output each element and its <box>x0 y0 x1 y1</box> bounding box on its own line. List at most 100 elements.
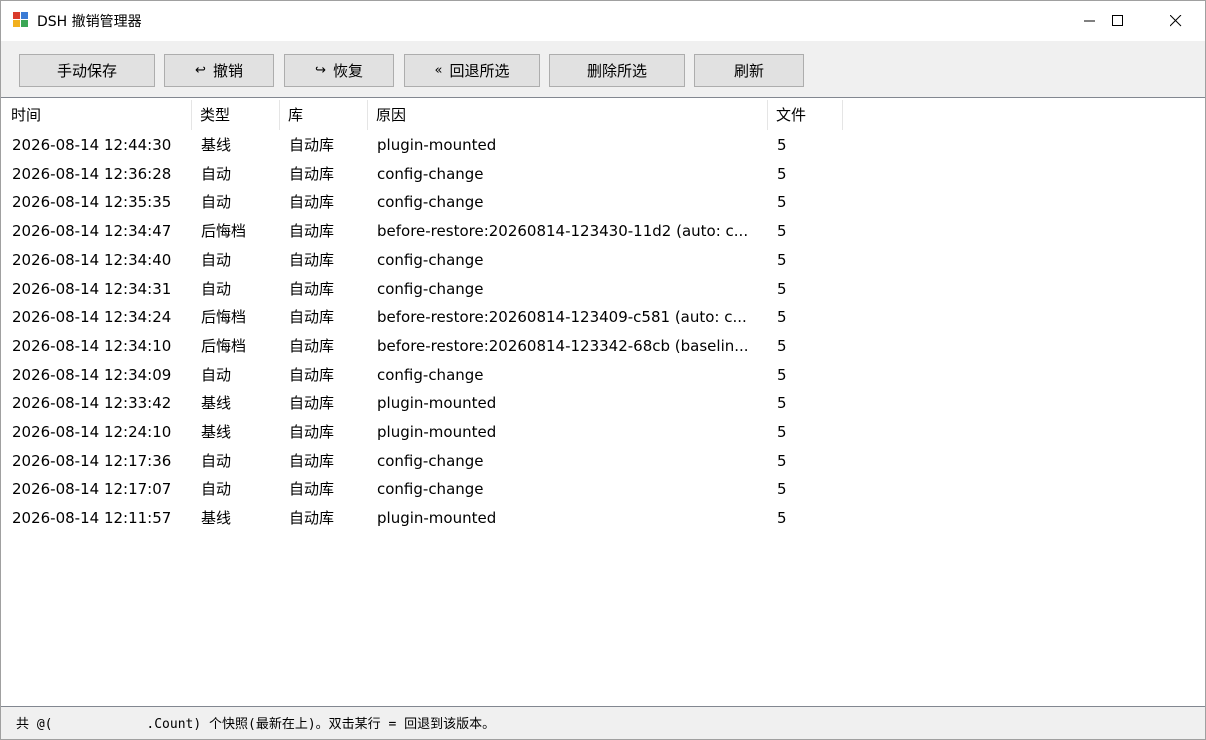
cell-library: 自动库 <box>289 279 335 298</box>
cell-files: 5 <box>777 423 787 441</box>
cell-library: 自动库 <box>289 480 335 499</box>
cell-library: 自动库 <box>289 423 335 441</box>
cell-time: 2026-08-14 12:17:07 <box>12 480 172 499</box>
cell-time: 2026-08-14 12:34:40 <box>12 250 172 269</box>
cell-library: 自动库 <box>289 222 335 241</box>
cell-time: 2026-08-14 12:34:09 <box>12 365 172 384</box>
close-icon <box>1170 15 1182 27</box>
title-bar: DSH 撤销管理器 <box>1 1 1205 41</box>
column-header-files[interactable]: 文件 <box>768 100 843 130</box>
table-row[interactable]: 2026-08-14 12:17:36 自动 自动库 config-change 5 <box>3 447 1203 476</box>
cell-reason: config-change <box>377 193 484 212</box>
cell-reason: config-change <box>377 451 484 470</box>
cell-library: 自动库 <box>289 509 335 528</box>
cell-time: 2026-08-14 12:44:30 <box>12 136 172 154</box>
manual-save-button[interactable]: 手动保存 <box>19 54 155 87</box>
table-row[interactable]: 2026-08-14 12:17:07 自动 自动库 config-change 5 <box>3 475 1203 504</box>
table-row[interactable]: 2026-08-14 12:34:24 后悔档 自动库 before-restore:… <box>3 303 1203 332</box>
cell-reason: plugin-mounted <box>377 394 497 413</box>
column-header-type[interactable]: 类型 <box>192 100 280 130</box>
manual-save-label: 手动保存 <box>56 62 117 80</box>
cell-type: 基线 <box>201 423 232 441</box>
cell-time: 2026-08-14 12:17:36 <box>12 451 172 470</box>
table-row[interactable]: 2026-08-14 12:36:28 自动 自动库 config-change 5 <box>3 160 1203 189</box>
status-text: 共 @( .Count) 个快照(最新在上)。双击某行 = 回退到该版本。 <box>16 717 496 732</box>
cell-reason: before-restore:20260814-123342-68cb (bas… <box>377 336 749 355</box>
cell-type: 自动 <box>201 164 232 183</box>
cell-type: 后悔档 <box>201 336 247 355</box>
rollback-selected-label: 回退所选 <box>449 62 510 80</box>
cell-files: 5 <box>777 222 787 241</box>
cell-reason: plugin-mounted <box>377 509 497 528</box>
cell-reason: config-change <box>377 250 484 269</box>
cell-reason: plugin-mounted <box>377 423 497 441</box>
table-row[interactable]: 2026-08-14 12:24:10 基线 自动库 plugin-mounted 5 <box>3 418 1203 447</box>
cell-files: 5 <box>777 480 787 499</box>
cell-time: 2026-08-14 12:34:24 <box>12 308 172 327</box>
undo-label: 撤销 <box>212 62 243 80</box>
table-row[interactable]: 2026-08-14 12:34:31 自动 自动库 config-change 5 <box>3 275 1203 304</box>
refresh-label: 刷新 <box>733 62 764 80</box>
table-row[interactable]: 2026-08-14 12:34:09 自动 自动库 config-change 5 <box>3 361 1203 390</box>
cell-type: 基线 <box>201 136 232 154</box>
redo-arrow-icon: ↪ <box>315 63 326 78</box>
maximize-button[interactable] <box>1089 1 1147 41</box>
cell-library: 自动库 <box>289 308 335 327</box>
cell-files: 5 <box>777 509 787 528</box>
cell-time: 2026-08-14 12:34:31 <box>12 279 172 298</box>
cell-type: 后悔档 <box>201 222 247 241</box>
cell-time: 2026-08-14 12:34:10 <box>12 336 172 355</box>
cell-type: 后悔档 <box>201 308 247 327</box>
cell-reason: before-restore:20260814-123409-c581 (aut… <box>377 308 747 327</box>
table-row[interactable]: 2026-08-14 12:35:35 自动 自动库 config-change 5 <box>3 188 1203 217</box>
table-row[interactable]: 2026-08-14 12:34:10 后悔档 自动库 before-restore:… <box>3 332 1203 361</box>
list-header: 时间 类型 库 原因 文件 <box>3 100 1203 130</box>
column-header-reason[interactable]: 原因 <box>368 100 768 130</box>
cell-files: 5 <box>777 308 787 327</box>
cell-library: 自动库 <box>289 336 335 355</box>
cell-time: 2026-08-14 12:36:28 <box>12 164 172 183</box>
cell-library: 自动库 <box>289 250 335 269</box>
cell-reason: config-change <box>377 164 484 183</box>
column-header-library[interactable]: 库 <box>280 100 368 130</box>
cell-library: 自动库 <box>289 394 335 413</box>
table-row[interactable]: 2026-08-14 12:34:47 后悔档 自动库 before-restore:… <box>3 217 1203 246</box>
cell-type: 自动 <box>201 451 232 470</box>
cell-reason: config-change <box>377 279 484 298</box>
cell-library: 自动库 <box>289 451 335 470</box>
column-header-time[interactable]: 时间 <box>3 100 192 130</box>
cell-files: 5 <box>777 394 787 413</box>
undo-manager-window: DSH 撤销管理器 手动保存 ↩ 撤销 ↪ 恢复 « 回退所选 删除所选 刷新 … <box>0 0 1206 740</box>
cell-files: 5 <box>777 164 787 183</box>
delete-selected-button[interactable]: 删除所选 <box>549 54 685 87</box>
cell-type: 基线 <box>201 394 232 413</box>
cell-time: 2026-08-14 12:33:42 <box>12 394 172 413</box>
cell-files: 5 <box>777 336 787 355</box>
cell-reason: config-change <box>377 365 484 384</box>
cell-time: 2026-08-14 12:34:47 <box>12 222 172 241</box>
cell-type: 自动 <box>201 250 232 269</box>
maximize-icon <box>1112 15 1123 26</box>
cell-type: 自动 <box>201 279 232 298</box>
rollback-selected-button[interactable]: « 回退所选 <box>404 54 540 87</box>
refresh-button[interactable]: 刷新 <box>694 54 804 87</box>
cell-time: 2026-08-14 12:11:57 <box>12 509 172 528</box>
cell-library: 自动库 <box>289 164 335 183</box>
snapshot-list[interactable]: 时间 类型 库 原因 文件 2026-08-14 12:44:30 基线 自动库 pl… <box>1 97 1205 707</box>
table-row[interactable]: 2026-08-14 12:44:30 基线 自动库 plugin-mounted 5 <box>3 131 1203 160</box>
cell-files: 5 <box>777 136 787 154</box>
redo-button[interactable]: ↪ 恢复 <box>284 54 394 87</box>
table-row[interactable]: 2026-08-14 12:33:42 基线 自动库 plugin-mounted 5 <box>3 389 1203 418</box>
redo-label: 恢复 <box>332 62 363 80</box>
table-row[interactable]: 2026-08-14 12:34:40 自动 自动库 config-change 5 <box>3 246 1203 275</box>
cell-type: 自动 <box>201 193 232 212</box>
cell-library: 自动库 <box>289 365 335 384</box>
cell-type: 基线 <box>201 509 232 528</box>
table-row[interactable]: 2026-08-14 12:11:57 基线 自动库 plugin-mounted 5 <box>3 504 1203 533</box>
cell-time: 2026-08-14 12:35:35 <box>12 193 172 212</box>
delete-selected-label: 删除所选 <box>586 62 647 80</box>
undo-button[interactable]: ↩ 撤销 <box>164 54 274 87</box>
cell-files: 5 <box>777 365 787 384</box>
undo-arrow-icon: ↩ <box>195 63 206 78</box>
close-button[interactable] <box>1147 1 1205 41</box>
